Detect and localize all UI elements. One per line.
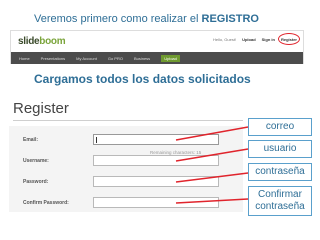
caption-top-bold: REGISTRO: [201, 13, 259, 25]
confirm-password-label: Confirm Password:: [23, 200, 69, 206]
logo-part-2: boom: [39, 36, 66, 47]
nav-item-presentations[interactable]: Presentations: [41, 56, 65, 61]
password-field[interactable]: [93, 176, 219, 187]
form-divider: [13, 120, 243, 121]
nav-upload-button[interactable]: Upload: [161, 54, 180, 62]
callout-username: usuario: [248, 140, 312, 158]
sign-in-link[interactable]: Sign in: [262, 37, 275, 42]
site-header-screenshot: slideboom Hello, Guest! Upload Sign in R…: [10, 30, 304, 64]
nav-item-home[interactable]: Home: [19, 56, 30, 61]
register-form-screenshot: Register Email: Username: Password: Conf…: [9, 96, 243, 218]
remaining-characters-hint: Remaining characters: 15: [150, 150, 202, 155]
greeting-text: Hello, Guest!: [212, 37, 237, 42]
form-title: Register: [13, 100, 69, 117]
email-field[interactable]: [93, 134, 219, 145]
slide-caption-top: Veremos primero como realizar el REGISTR…: [34, 13, 259, 25]
nav-item-my-account[interactable]: My Account: [76, 56, 97, 61]
caption-top-text: Veremos primero como realizar el: [34, 13, 202, 25]
callout-email: correo: [248, 118, 312, 136]
slideboom-logo[interactable]: slideboom: [18, 36, 66, 47]
main-nav: Home Presentations My Account Go PRO Bus…: [11, 52, 303, 64]
confirm-password-field[interactable]: [93, 197, 219, 208]
upload-link[interactable]: Upload: [242, 37, 256, 42]
nav-item-go-pro[interactable]: Go PRO: [108, 56, 123, 61]
email-label: Email:: [23, 137, 39, 143]
slide-caption-middle: Cargamos todos los datos solicitados: [34, 72, 251, 86]
password-label: Password:: [23, 179, 49, 185]
username-label: Username:: [23, 158, 49, 164]
callout-confirm-password: Confirmar contraseña: [248, 186, 312, 216]
text-cursor: [96, 137, 97, 143]
nav-item-business[interactable]: Business: [134, 56, 150, 61]
username-field[interactable]: [93, 155, 219, 166]
register-highlight-circle: [278, 33, 300, 45]
callout-password: contraseña: [248, 163, 312, 181]
logo-part-1: slide: [18, 36, 40, 47]
